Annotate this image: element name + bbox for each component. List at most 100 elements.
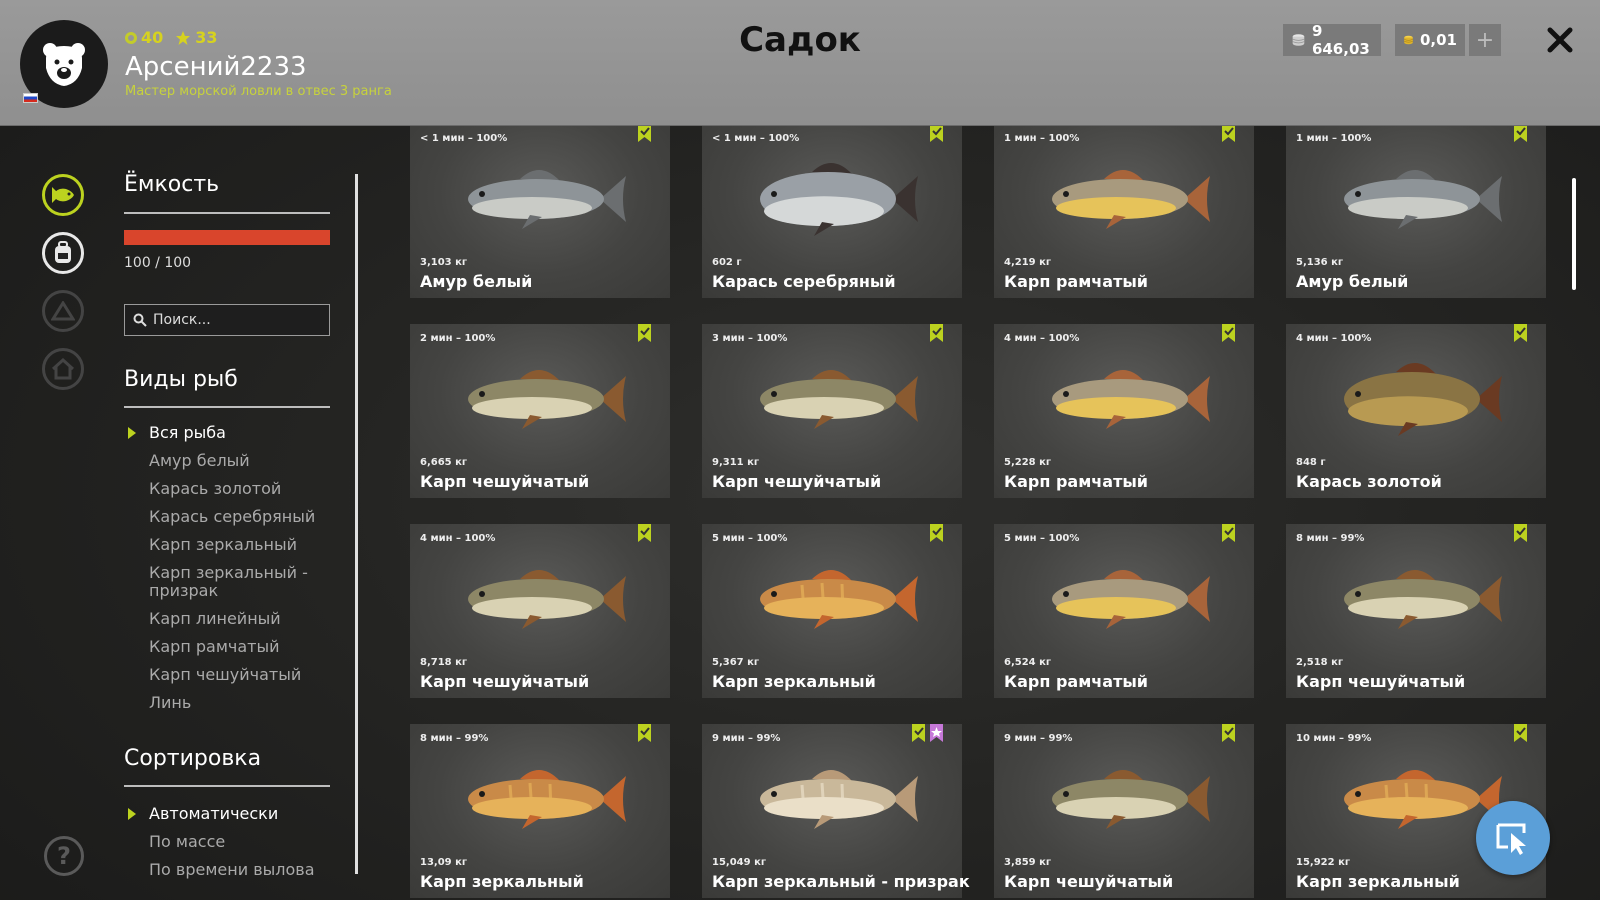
fish-weight: 5,367 кг <box>712 657 760 668</box>
silver-coins-icon <box>1292 34 1305 46</box>
close-icon <box>1547 27 1573 53</box>
bookmark-icon[interactable] <box>638 324 651 342</box>
fish-weight: 15,922 кг <box>1296 857 1351 868</box>
fish-weight: 3,103 кг <box>420 257 468 268</box>
fish-card[interactable]: 3 мин – 100% 9,311 кг Карп чешуйчатый <box>702 324 962 498</box>
fish-weight: 6,524 кг <box>1004 657 1052 668</box>
fish-image <box>1052 169 1210 229</box>
fish-weight: 2,518 кг <box>1296 657 1344 668</box>
search-input[interactable] <box>153 312 323 328</box>
sort-option[interactable]: По времени вылова <box>124 861 324 879</box>
capacity-bar <box>124 230 330 245</box>
fish-card[interactable]: 5 мин – 100% 5,367 кг Карп зеркальный <box>702 524 962 698</box>
fish-card[interactable]: 8 мин – 99% 2,518 кг Карп чешуйчатый <box>1286 524 1546 698</box>
fish-image <box>1344 362 1502 436</box>
species-filter-item[interactable]: Амур белый <box>124 452 324 470</box>
bookmark-icon[interactable] <box>912 724 925 742</box>
fish-card[interactable]: 2 мин – 100% 6,665 кг Карп чешуйчатый <box>410 324 670 498</box>
fish-image <box>760 769 918 829</box>
bookmark-icon[interactable] <box>1514 126 1527 142</box>
fish-card[interactable]: 4 мин – 100% 8,718 кг Карп чешуйчатый <box>410 524 670 698</box>
help-button[interactable]: ? <box>44 836 84 876</box>
fish-image <box>1344 569 1502 629</box>
bookmark-icon[interactable] <box>930 126 943 142</box>
fish-name: Карп зеркальный <box>420 872 584 891</box>
search-icon <box>133 313 147 327</box>
fish-name: Амур белый <box>420 272 533 291</box>
fish-weight: 13,09 кг <box>420 857 468 868</box>
species-filter-item[interactable]: Карп зеркальный - призрак <box>124 564 324 600</box>
species-filter-item[interactable]: Вся рыба <box>124 424 324 442</box>
catch-time: 1 мин – 100% <box>1296 133 1372 144</box>
divider <box>124 785 330 787</box>
bookmark-icon[interactable] <box>638 126 651 142</box>
bookmark-icon[interactable] <box>1222 524 1235 542</box>
bookmark-icon[interactable] <box>930 324 943 342</box>
bookmark-icon[interactable] <box>638 724 651 742</box>
sort-option[interactable]: Автоматически <box>124 805 324 823</box>
bookmark-icon[interactable] <box>1514 324 1527 342</box>
divider <box>124 212 330 214</box>
catch-time: 4 мин – 100% <box>1296 333 1372 344</box>
fish-card[interactable]: 1 мин – 100% 5,136 кг Амур белый <box>1286 126 1546 298</box>
catch-time: 8 мин – 99% <box>420 733 489 744</box>
fish-card[interactable]: 8 мин – 99% 13,09 кг Карп зеркальный <box>410 724 670 898</box>
species-filter-item[interactable]: Линь <box>124 694 324 712</box>
divider <box>124 406 330 408</box>
sidebar-scrollbar[interactable] <box>355 174 358 874</box>
camp-tab[interactable] <box>42 290 84 332</box>
fish-card[interactable]: 9 мин – 99% 15,049 кг Карп зеркальный - пр… <box>702 724 970 898</box>
species-filter-item[interactable]: Карп чешуйчатый <box>124 666 324 684</box>
fish-card[interactable]: 5 мин – 100% 6,524 кг Карп рамчатый <box>994 524 1254 698</box>
silver-balance[interactable]: 9 646,03 <box>1283 22 1381 58</box>
fish-name: Карп рамчатый <box>1004 472 1149 491</box>
bookmark-icon[interactable] <box>930 524 943 542</box>
bookmark-icon[interactable] <box>1222 724 1235 742</box>
catch-time: 3 мин – 100% <box>712 333 788 344</box>
home-icon <box>51 358 75 380</box>
grid-scrollbar[interactable] <box>1572 178 1576 290</box>
search-box[interactable] <box>124 304 330 336</box>
fish-card[interactable]: 4 мин – 100% 848 г Карась золотой <box>1286 324 1546 498</box>
fish-card[interactable]: < 1 мин – 100% 602 г Карась серебряный <box>702 126 962 298</box>
fish-weight: 602 г <box>712 257 742 268</box>
capacity-title: Ёмкость <box>124 172 220 197</box>
fish-weight: 8,718 кг <box>420 657 468 668</box>
backpack-tab[interactable] <box>42 232 84 274</box>
fish-card[interactable]: 9 мин – 99% 3,859 кг Карп чешуйчатый <box>994 724 1254 898</box>
keepnet-tab[interactable] <box>42 174 84 216</box>
species-filter-item[interactable]: Карп зеркальный <box>124 536 324 554</box>
fish-name: Амур белый <box>1296 272 1409 291</box>
bookmark-icon[interactable] <box>1222 126 1235 142</box>
catch-time: 4 мин – 100% <box>420 533 496 544</box>
catch-time: 5 мин – 100% <box>1004 533 1080 544</box>
fish-name: Карп рамчатый <box>1004 272 1149 291</box>
fish-card[interactable]: < 1 мин – 100% 3,103 кг Амур белый <box>410 126 670 298</box>
catch-time: 8 мин – 99% <box>1296 533 1365 544</box>
fish-card[interactable]: 4 мин – 100% 5,228 кг Карп рамчатый <box>994 324 1254 498</box>
cursor-mode-button[interactable] <box>1476 801 1550 875</box>
species-filter-item[interactable]: Карп рамчатый <box>124 638 324 656</box>
catch-time: < 1 мин – 100% <box>420 133 508 144</box>
close-button[interactable] <box>1542 22 1578 58</box>
species-filter-item[interactable]: Карась золотой <box>124 480 324 498</box>
fish-card[interactable]: 1 мин – 100% 4,219 кг Карп рамчатый <box>994 126 1254 298</box>
bookmark-icon[interactable] <box>1514 524 1527 542</box>
player-rank: Мастер морской ловли в отвес 3 ранга <box>125 84 392 99</box>
species-filter-item[interactable]: Карп линейный <box>124 610 324 628</box>
flag-icon <box>23 93 38 103</box>
bookmark-icon[interactable] <box>1514 724 1527 742</box>
sort-title: Сортировка <box>124 746 262 771</box>
fish-weight: 3,859 кг <box>1004 857 1052 868</box>
trophy-bookmark-icon[interactable] <box>930 724 943 742</box>
gold-balance[interactable]: 0,01 <box>1395 24 1465 56</box>
backpack-icon <box>55 241 71 263</box>
fish-name: Карп зеркальный - призрак <box>712 872 970 891</box>
add-currency-button[interactable]: + <box>1469 24 1501 56</box>
bookmark-icon[interactable] <box>638 524 651 542</box>
home-tab[interactable] <box>42 348 84 390</box>
fish-name: Карп чешуйчатый <box>1296 672 1466 691</box>
sort-option[interactable]: По массе <box>124 833 324 851</box>
species-filter-item[interactable]: Карась серебряный <box>124 508 324 526</box>
bookmark-icon[interactable] <box>1222 324 1235 342</box>
